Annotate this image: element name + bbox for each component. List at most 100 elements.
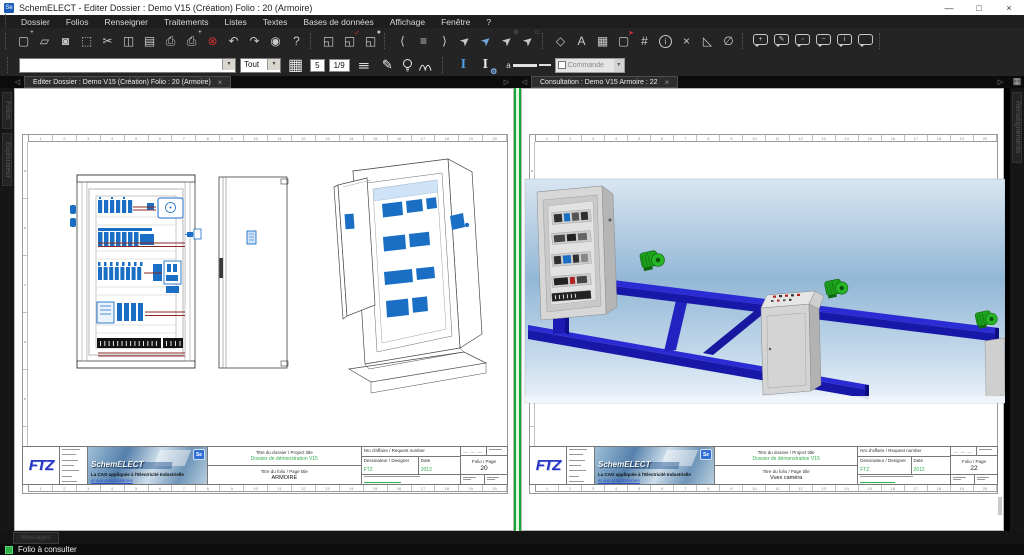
menu-textes[interactable]: Textes	[255, 17, 296, 27]
window-lock-icon[interactable]: ◱●	[360, 30, 381, 52]
menu-bases-de-donn-es[interactable]: Bases de données	[295, 17, 381, 27]
toolbar-grip[interactable]	[742, 33, 747, 49]
paste-icon[interactable]: ▤	[139, 30, 160, 52]
tab-consultation-folio[interactable]: Consultation : Demo V15 Armoire : 22 ×	[531, 76, 678, 88]
sidebar-tab-folios[interactable]: Folios	[2, 92, 12, 129]
previous-folio-icon[interactable]: ⟨	[392, 30, 413, 52]
note-icon[interactable]	[855, 30, 876, 52]
toolbar-grip[interactable]	[310, 33, 315, 49]
cursor-pan-icon[interactable]: ➤◌	[518, 30, 539, 52]
scale-value-box[interactable]: 5	[310, 59, 324, 72]
command-combobox[interactable]: Commande ▾	[555, 58, 625, 73]
stop-icon[interactable]: ◉	[265, 30, 286, 52]
palette-grid-icon[interactable]: ▦	[1011, 76, 1023, 87]
menu-[interactable]: ?	[478, 17, 499, 27]
toolbar-grip[interactable]	[542, 33, 547, 49]
pencil-icon[interactable]: ✎	[377, 57, 397, 73]
consultation-sheet[interactable]: 1234567891011121314151617181920 12345678…	[521, 88, 1004, 531]
copy-icon[interactable]: ◫	[118, 30, 139, 52]
cut-icon[interactable]: ✂	[97, 30, 118, 52]
save-icon[interactable]: ◙	[55, 30, 76, 52]
toolbar-grip[interactable]	[879, 33, 884, 49]
close-button[interactable]: ×	[994, 0, 1024, 15]
toolbar-grip[interactable]	[384, 33, 389, 49]
cursor-icon[interactable]: ➤	[455, 30, 476, 52]
close-icon[interactable]: ×	[665, 78, 670, 87]
lamp-icon[interactable]	[401, 58, 414, 73]
previous-folio-cell	[951, 475, 975, 484]
pane-splitter[interactable]	[514, 88, 521, 531]
delete-icon[interactable]: ×	[676, 30, 697, 52]
right-pane-prev-arrow[interactable]: ◁	[520, 76, 529, 88]
chevron-down-icon[interactable]: ▾	[614, 59, 624, 72]
toolbar-grip[interactable]	[442, 57, 447, 73]
note-edit-icon[interactable]: ✎	[771, 30, 792, 52]
lineweight-label: a	[506, 61, 510, 70]
se-badge: Se	[193, 449, 205, 460]
symbol-combobox[interactable]: ▾	[19, 58, 236, 73]
toolbar-grip[interactable]	[5, 33, 10, 49]
text-icon[interactable]: A	[571, 30, 592, 52]
filter-select[interactable]: Tout ▾	[240, 58, 281, 73]
select-zone-icon[interactable]: ⬚	[76, 30, 97, 52]
note-info-icon[interactable]: i	[834, 30, 855, 52]
open-folder-icon[interactable]: ▱	[34, 30, 55, 52]
grid-icon[interactable]: #	[634, 30, 655, 52]
grid-palette-icon[interactable]: ▦	[288, 55, 303, 75]
folio-list-icon[interactable]: ≡	[413, 30, 434, 52]
toolbar-grip[interactable]	[7, 57, 12, 73]
menu-dossier[interactable]: Dossier	[13, 17, 58, 27]
messages-tab[interactable]: Messages	[13, 532, 59, 544]
vertical-line-settings-icon[interactable]: I⚙	[476, 57, 494, 73]
minimize-button[interactable]: —	[934, 0, 964, 15]
window-cascade-icon[interactable]: ◱	[318, 30, 339, 52]
print-icon[interactable]: ⎙	[160, 30, 181, 52]
note-remove-icon[interactable]: −	[813, 30, 834, 52]
maximize-button[interactable]: □	[964, 0, 994, 15]
menu-renseigner[interactable]: Renseigner	[97, 17, 156, 27]
vertical-scrollbar[interactable]	[998, 497, 1002, 515]
curves-icon[interactable]	[418, 59, 435, 72]
new-document-icon[interactable]: ▢+	[13, 30, 34, 52]
right-pane-next-arrow[interactable]: ▷	[996, 76, 1005, 88]
cursor-zoom-icon[interactable]: ➤○	[497, 30, 518, 52]
undo-icon[interactable]: ↶	[223, 30, 244, 52]
page-counter-box[interactable]: 1/9	[329, 59, 350, 72]
move-symbol-icon[interactable]: ▢➤	[613, 30, 634, 52]
request-number-label: Nro d'affaire / Request number	[364, 448, 425, 453]
status-text: Folio à consulter	[18, 545, 77, 554]
cursor-blue-icon[interactable]: ➤	[476, 30, 497, 52]
chevron-down-icon[interactable]: ▾	[267, 59, 280, 70]
sidebar-tab-explorateur[interactable]: Explorateur	[2, 133, 12, 187]
chevron-down-icon[interactable]: ▾	[222, 59, 235, 70]
left-pane-prev-arrow[interactable]: ◁	[13, 76, 22, 88]
layers-icon[interactable]: ≡	[358, 58, 369, 73]
left-pane-next-arrow[interactable]: ▷	[502, 76, 511, 88]
menu-folios[interactable]: Folios	[58, 17, 97, 27]
next-folio-icon[interactable]: ⟩	[434, 30, 455, 52]
lineweight-widget[interactable]: a	[506, 61, 550, 70]
tab-editor-folio[interactable]: Editer Dossier : Demo V15 (Création) Fol…	[24, 76, 231, 88]
print-setup-icon[interactable]: ⎙+	[181, 30, 202, 52]
symbol-icon[interactable]: ◇	[550, 30, 571, 52]
symbol-library-icon[interactable]: ▦	[592, 30, 613, 52]
sidebar-tab-renseignements[interactable]: Renseignements	[1012, 92, 1022, 163]
editor-sheet[interactable]: 1234567891011121314151617181920 12345678…	[14, 88, 514, 531]
redo-icon[interactable]: ↷	[244, 30, 265, 52]
note-refresh-icon[interactable]: ◦	[792, 30, 813, 52]
menu-fen-tre[interactable]: Fenêtre	[433, 17, 478, 27]
cancel-icon[interactable]: ⊗	[202, 30, 223, 52]
menu-affichage[interactable]: Affichage	[382, 17, 433, 27]
measure-icon[interactable]: ◺	[697, 30, 718, 52]
close-icon[interactable]: ×	[218, 78, 223, 87]
vertical-line-tool-icon[interactable]: I	[454, 57, 472, 73]
info-icon[interactable]: i	[655, 30, 676, 52]
hide-icon[interactable]: ∅	[718, 30, 739, 52]
help-icon[interactable]: ?	[286, 30, 307, 52]
folio-label: Folio / Page	[472, 459, 496, 464]
command-checkbox[interactable]	[558, 61, 566, 69]
menu-traitements[interactable]: Traitements	[156, 17, 217, 27]
note-add-icon[interactable]: +	[750, 30, 771, 52]
menu-listes[interactable]: Listes	[217, 17, 255, 27]
window-validate-icon[interactable]: ◱✓	[339, 30, 360, 52]
